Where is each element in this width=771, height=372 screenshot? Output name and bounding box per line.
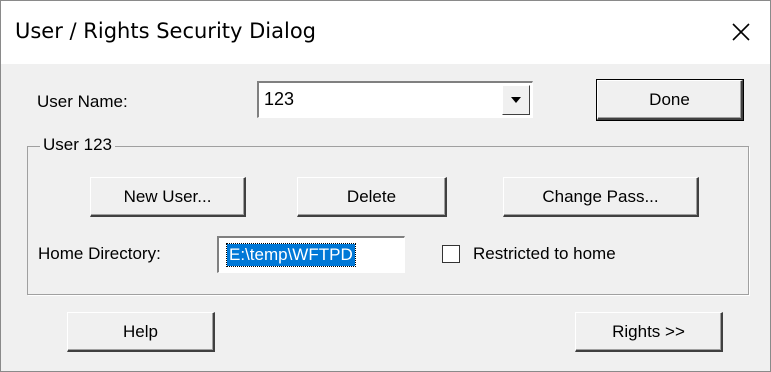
- chevron-down-icon: [511, 97, 521, 103]
- restricted-checkbox[interactable]: [442, 245, 460, 263]
- help-button[interactable]: Help: [67, 312, 215, 352]
- user-group-label: User 123: [40, 135, 115, 155]
- dialog-title: User / Rights Security Dialog: [15, 19, 317, 43]
- rights-button[interactable]: Rights >>: [575, 312, 723, 352]
- home-directory-value: E:\temp\WFTPD: [226, 243, 356, 267]
- new-user-button[interactable]: New User...: [90, 177, 246, 217]
- home-directory-input[interactable]: E:\temp\WFTPD: [217, 236, 405, 273]
- user-name-label: User Name:: [37, 92, 128, 111]
- dialog-window: User / Rights Security Dialog User Name:…: [0, 0, 771, 372]
- user-name-value: 123: [264, 89, 295, 109]
- home-directory-label: Home Directory:: [38, 244, 161, 263]
- done-button[interactable]: Done: [596, 79, 744, 121]
- close-button[interactable]: [718, 9, 764, 55]
- close-icon: [732, 23, 750, 41]
- delete-button[interactable]: Delete: [297, 177, 447, 217]
- user-name-combobox[interactable]: 123: [257, 81, 533, 118]
- restricted-label: Restricted to home: [473, 244, 616, 263]
- change-pass-button[interactable]: Change Pass...: [503, 177, 699, 217]
- combobox-dropdown-button[interactable]: [502, 85, 530, 115]
- title-bar[interactable]: User / Rights Security Dialog: [1, 1, 770, 64]
